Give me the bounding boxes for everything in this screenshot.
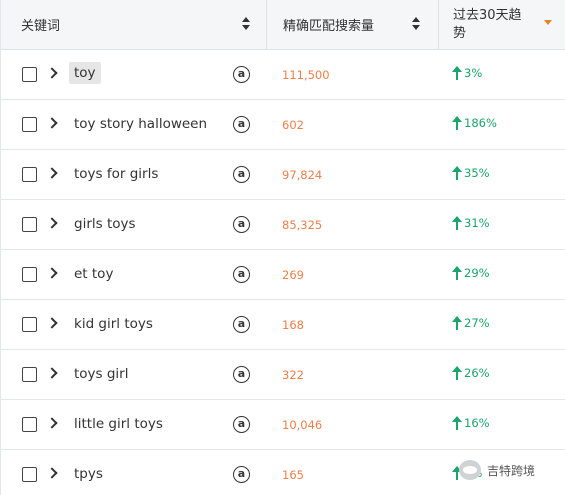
trend-up-arrow-icon bbox=[452, 166, 462, 180]
search-volume: 85,325 bbox=[282, 218, 323, 232]
column-header-keyword[interactable]: 关键词 bbox=[1, 0, 267, 49]
watermark: 吉特跨境 bbox=[459, 458, 565, 482]
keyword-text[interactable]: toy story halloween bbox=[74, 116, 207, 132]
trend-percent: 16% bbox=[464, 416, 490, 430]
watermark-text: 吉特跨境 bbox=[487, 463, 536, 478]
row-checkbox[interactable] bbox=[22, 117, 37, 132]
row-checkbox[interactable] bbox=[22, 267, 37, 282]
wechat-icon bbox=[459, 460, 481, 480]
table-row[interactable]: toy story halloween a 602 186% bbox=[1, 100, 565, 150]
amazon-icon[interactable]: a bbox=[233, 116, 250, 133]
expand-chevron-icon[interactable] bbox=[46, 117, 58, 129]
sort-keyword-icon[interactable] bbox=[241, 15, 251, 33]
trend-cell: 31% bbox=[452, 216, 490, 230]
trend-cell: 3% bbox=[452, 66, 482, 80]
expand-chevron-icon[interactable] bbox=[46, 317, 58, 329]
trend-cell: 26% bbox=[452, 366, 490, 380]
table-row[interactable]: et toy a 269 29% bbox=[1, 250, 565, 300]
table-row[interactable]: girls toys a 85,325 31% bbox=[1, 200, 565, 250]
trend-up-arrow-icon bbox=[452, 416, 462, 430]
search-volume: 269 bbox=[282, 268, 304, 282]
table-row[interactable]: kid girl toys a 168 27% bbox=[1, 300, 565, 350]
row-checkbox[interactable] bbox=[22, 217, 37, 232]
keyword-text[interactable]: toy bbox=[69, 62, 101, 84]
amazon-icon[interactable]: a bbox=[233, 416, 250, 433]
sort-trend-desc-icon[interactable] bbox=[544, 20, 552, 25]
expand-chevron-icon[interactable] bbox=[46, 367, 58, 379]
trend-cell: 29% bbox=[452, 266, 490, 280]
trend-cell: 35% bbox=[452, 166, 490, 180]
search-volume: 97,824 bbox=[282, 168, 323, 182]
expand-chevron-icon[interactable] bbox=[46, 217, 58, 229]
row-checkbox[interactable] bbox=[22, 467, 37, 482]
amazon-icon[interactable]: a bbox=[233, 166, 250, 183]
amazon-icon[interactable]: a bbox=[233, 216, 250, 233]
row-checkbox[interactable] bbox=[22, 417, 37, 432]
search-volume: 165 bbox=[282, 468, 304, 482]
trend-percent: 27% bbox=[464, 316, 490, 330]
table-row[interactable]: little girl toys a 10,046 16% bbox=[1, 400, 565, 450]
amazon-icon[interactable]: a bbox=[233, 316, 250, 333]
table-row[interactable]: toys girl a 322 26% bbox=[1, 350, 565, 400]
trend-percent: 31% bbox=[464, 216, 490, 230]
trend-cell: 16% bbox=[452, 416, 490, 430]
sort-volume-icon[interactable] bbox=[411, 15, 421, 33]
keyword-table: 关键词 精确匹配搜索量 过去30天趋势 toy a 111,500 3% toy sto… bbox=[0, 0, 565, 495]
row-checkbox[interactable] bbox=[22, 317, 37, 332]
expand-chevron-icon[interactable] bbox=[46, 467, 58, 479]
search-volume: 111,500 bbox=[282, 68, 330, 82]
expand-chevron-icon[interactable] bbox=[46, 417, 58, 429]
keyword-text[interactable]: et toy bbox=[74, 266, 113, 282]
keyword-text[interactable]: girls toys bbox=[74, 216, 136, 232]
trend-percent: 3% bbox=[464, 66, 483, 80]
expand-chevron-icon[interactable] bbox=[46, 167, 58, 179]
trend-percent: 35% bbox=[464, 166, 490, 180]
column-header-volume-label: 精确匹配搜索量 bbox=[283, 19, 375, 34]
keyword-text[interactable]: tpys bbox=[74, 466, 103, 482]
row-checkbox[interactable] bbox=[22, 167, 37, 182]
trend-up-arrow-icon bbox=[452, 366, 462, 380]
trend-up-arrow-icon bbox=[452, 316, 462, 330]
trend-up-arrow-icon bbox=[452, 116, 462, 130]
trend-percent: 26% bbox=[464, 366, 490, 380]
keyword-text[interactable]: toys girl bbox=[74, 366, 129, 382]
trend-percent: 186% bbox=[464, 116, 497, 130]
trend-percent: 29% bbox=[464, 266, 490, 280]
expand-chevron-icon[interactable] bbox=[46, 67, 58, 79]
column-header-keyword-label: 关键词 bbox=[21, 19, 61, 34]
trend-cell: 27% bbox=[452, 316, 490, 330]
trend-cell: 186% bbox=[452, 116, 497, 130]
table-row[interactable]: toy a 111,500 3% bbox=[1, 50, 565, 100]
keyword-text[interactable]: kid girl toys bbox=[74, 316, 153, 332]
row-checkbox[interactable] bbox=[22, 367, 37, 382]
table-header: 关键词 精确匹配搜索量 过去30天趋势 bbox=[1, 0, 565, 50]
search-volume: 602 bbox=[282, 118, 304, 132]
column-header-trend-label: 过去30天趋势 bbox=[453, 7, 522, 41]
keyword-text[interactable]: little girl toys bbox=[74, 416, 163, 432]
amazon-icon[interactable]: a bbox=[233, 366, 250, 383]
amazon-icon[interactable]: a bbox=[233, 66, 250, 83]
row-checkbox[interactable] bbox=[22, 67, 37, 82]
search-volume: 10,046 bbox=[282, 418, 323, 432]
trend-up-arrow-icon bbox=[452, 66, 462, 80]
amazon-icon[interactable]: a bbox=[233, 266, 250, 283]
search-volume: 322 bbox=[282, 368, 304, 382]
keyword-text[interactable]: toys for girls bbox=[74, 166, 158, 182]
amazon-icon[interactable]: a bbox=[233, 466, 250, 483]
table-row[interactable]: toys for girls a 97,824 35% bbox=[1, 150, 565, 200]
search-volume: 168 bbox=[282, 318, 304, 332]
expand-chevron-icon[interactable] bbox=[46, 267, 58, 279]
trend-up-arrow-icon bbox=[452, 266, 462, 280]
trend-up-arrow-icon bbox=[452, 216, 462, 230]
